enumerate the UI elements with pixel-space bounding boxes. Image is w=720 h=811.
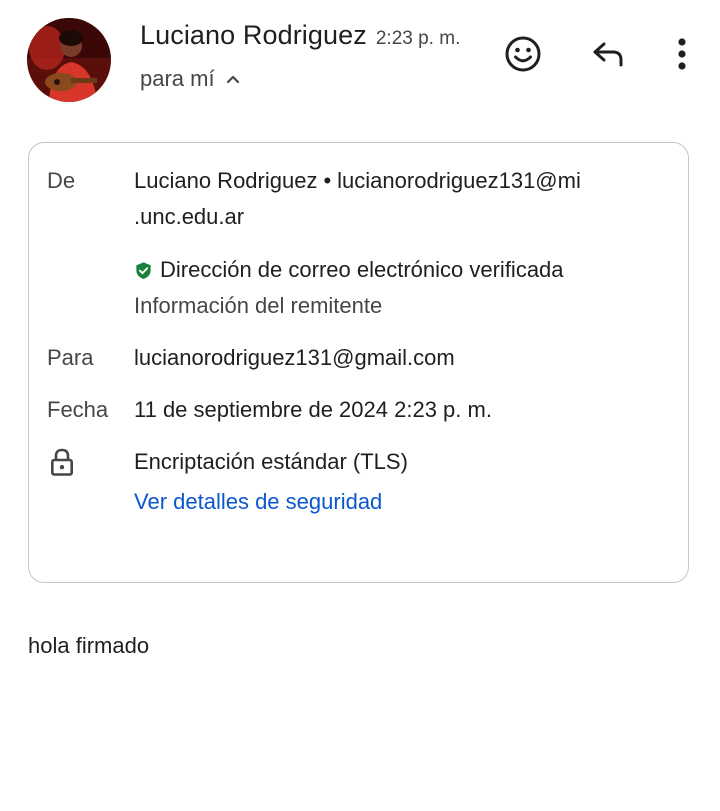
- to-value: lucianorodriguez131@gmail.com: [134, 345, 455, 370]
- sender-line: Luciano Rodriguez 2:23 p. m.: [140, 20, 460, 54]
- sender-info-link[interactable]: Información del remitente: [134, 288, 382, 324]
- more-vertical-icon: [678, 38, 686, 70]
- sender-name[interactable]: Luciano Rodriguez: [140, 20, 367, 51]
- from-label: De: [47, 168, 76, 193]
- date-value: 11 de septiembre de 2024 2:23 p. m.: [134, 397, 492, 422]
- from-name: Luciano Rodriguez: [134, 168, 318, 193]
- recipient-summary-toggle[interactable]: para mí: [140, 66, 241, 92]
- avatar-photo: [27, 18, 111, 102]
- security-details-link[interactable]: Ver detalles de seguridad: [134, 484, 382, 520]
- from-email-part2[interactable]: .unc.edu.ar: [134, 199, 581, 235]
- reply-button[interactable]: [586, 32, 630, 76]
- recipient-summary: para mí: [140, 66, 215, 91]
- message-details-card: De Luciano Rodriguez • lucianorodriguez131…: [28, 142, 689, 583]
- reply-icon: [593, 42, 623, 67]
- message-body: hola firmado: [28, 633, 150, 658]
- from-email-part1[interactable]: lucianorodriguez131@mi: [337, 168, 581, 193]
- lock-icon: [50, 448, 73, 476]
- encryption-value: Encriptación estándar (TLS): [134, 449, 408, 474]
- date-label: Fecha: [47, 397, 109, 422]
- to-label: Para: [47, 345, 94, 370]
- verified-sender: Dirección de correo electrónico verifica…: [134, 252, 564, 288]
- more-options-button[interactable]: [660, 32, 704, 76]
- from-separator: •: [323, 168, 332, 193]
- sender-avatar[interactable]: [27, 18, 111, 102]
- emoji-reaction-button[interactable]: [501, 32, 545, 76]
- verified-text: Dirección de correo electrónico verifica…: [160, 257, 564, 282]
- verified-shield-icon: [136, 261, 151, 279]
- message-time: 2:23 p. m.: [375, 28, 461, 49]
- chevron-up-icon: [226, 75, 239, 84]
- emoji-reaction-icon: [505, 36, 541, 72]
- from-value: Luciano Rodriguez • lucianorodriguez131@mi…: [134, 163, 581, 235]
